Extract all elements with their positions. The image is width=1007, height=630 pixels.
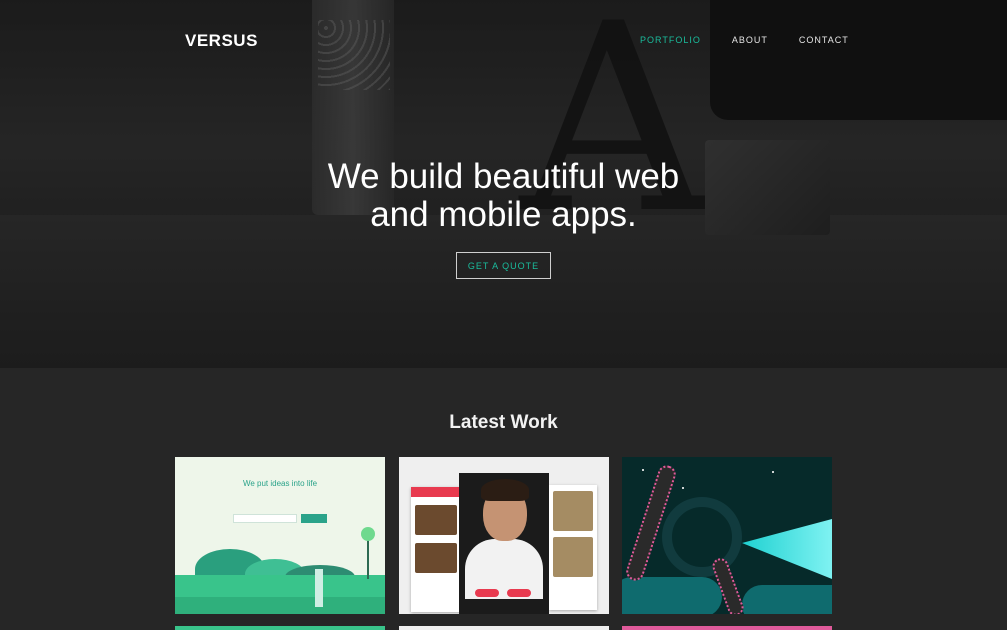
food-photo xyxy=(415,505,457,535)
light-beam xyxy=(742,519,832,579)
ring-illustration xyxy=(662,497,742,577)
cloud-illustration xyxy=(742,585,832,614)
star-dot xyxy=(682,487,684,489)
latest-work-title: Latest Work xyxy=(449,412,558,433)
hero-headline-line2: and mobile apps. xyxy=(370,195,637,234)
food-photo xyxy=(415,543,457,573)
app-button-illustration xyxy=(475,589,499,597)
card-submit-illustration xyxy=(301,514,327,523)
portfolio-card-landscape[interactable]: We put ideas into life xyxy=(175,457,385,614)
hero-section: A VERSUS PORTFOLIO ABOUT CONTACT We buil… xyxy=(0,0,1007,368)
top-nav: VERSUS PORTFOLIO ABOUT CONTACT xyxy=(0,0,1007,80)
get-a-quote-button[interactable]: GET A QUOTE xyxy=(456,252,551,279)
app-button-illustration xyxy=(507,589,531,597)
star-dot xyxy=(642,469,644,471)
hero-headline: We build beautiful web and mobile apps. xyxy=(0,158,1007,234)
food-photo xyxy=(553,537,593,577)
cloud-illustration xyxy=(622,577,722,614)
card-email-field-illustration xyxy=(233,514,297,523)
nav-link-contact[interactable]: CONTACT xyxy=(799,35,849,45)
next-card-peek xyxy=(622,626,832,630)
nav-links: PORTFOLIO ABOUT CONTACT xyxy=(640,35,880,45)
portfolio-card-chef-app[interactable] xyxy=(399,457,609,614)
tower-illustration xyxy=(315,569,323,607)
portfolio-card-octopus[interactable] xyxy=(622,457,832,614)
phone-screen-center xyxy=(459,473,549,614)
water-illustration xyxy=(175,597,385,614)
chef-hair xyxy=(481,479,529,501)
food-photo xyxy=(553,491,593,531)
hero-headline-line1: We build beautiful web xyxy=(327,157,680,196)
next-card-peek xyxy=(399,626,609,630)
star-dot xyxy=(772,471,774,473)
next-card-peek xyxy=(175,626,385,630)
phone-screen-right xyxy=(549,485,597,610)
card-heading: We put ideas into life xyxy=(242,479,318,488)
tree-trunk-illustration xyxy=(367,539,369,579)
tree-illustration xyxy=(361,527,375,541)
logo[interactable]: VERSUS xyxy=(185,31,258,51)
phone-screen-left xyxy=(411,487,461,612)
nav-link-portfolio[interactable]: PORTFOLIO xyxy=(640,35,701,45)
nav-link-about[interactable]: ABOUT xyxy=(732,35,768,45)
app-header-bar xyxy=(411,487,461,497)
